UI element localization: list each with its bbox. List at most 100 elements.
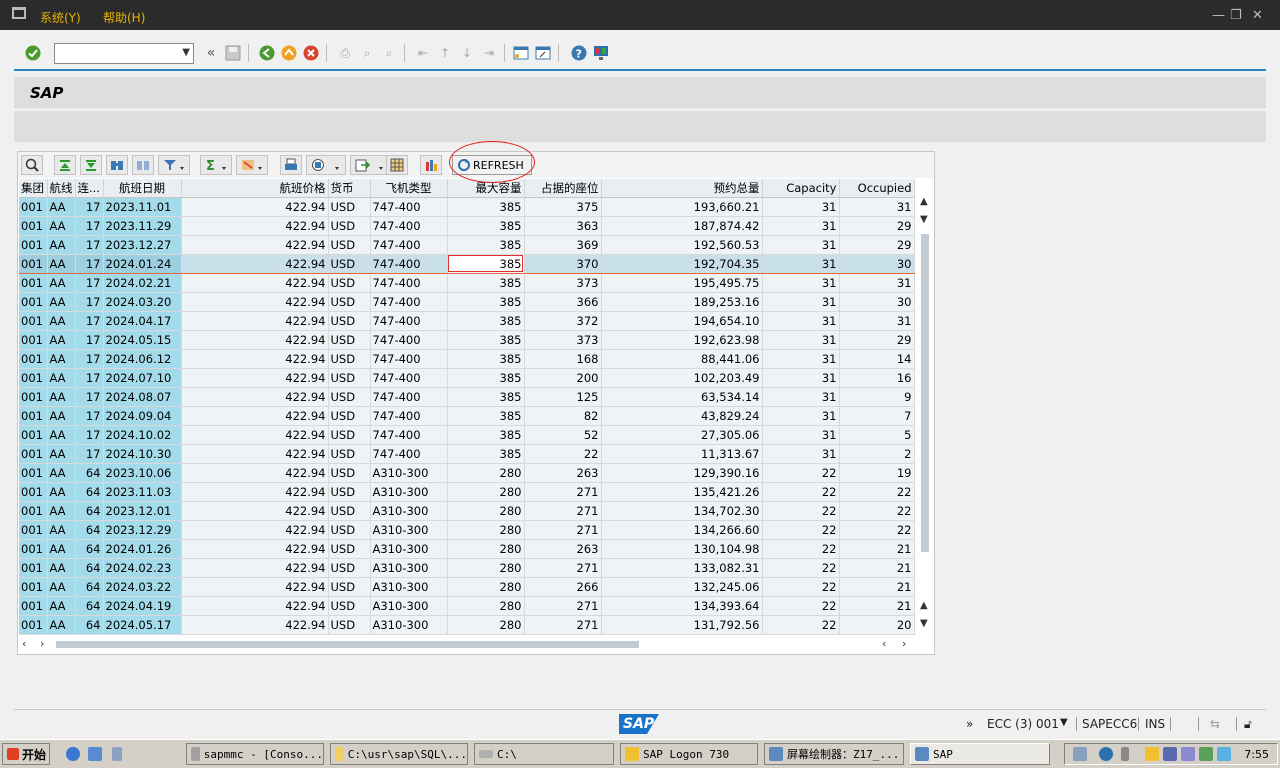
table-cell[interactable]: 422.94	[181, 330, 329, 350]
table-cell[interactable]: USD	[328, 216, 371, 236]
column-header[interactable]: 连...	[75, 179, 104, 198]
scroll-down-icon[interactable]: ▼	[920, 214, 928, 225]
column-header[interactable]: 占据的座位	[524, 179, 602, 198]
table-cell[interactable]: 001	[19, 520, 48, 540]
table-cell[interactable]: 22	[762, 558, 840, 578]
table-cell[interactable]: 29	[839, 235, 915, 255]
table-cell[interactable]: 19	[839, 463, 915, 483]
table-cell[interactable]: 2024.06.12	[103, 349, 182, 369]
sort-ascending-icon[interactable]	[54, 155, 76, 175]
table-cell[interactable]: 30	[839, 292, 915, 312]
table-cell[interactable]: 422.94	[181, 273, 329, 293]
table-cell[interactable]: 280	[447, 539, 525, 559]
table-row[interactable]: 001 AA 64 2023.10.06 422.94 USD A310-300 280 263…	[19, 463, 915, 483]
table-cell[interactable]: 422.94	[181, 520, 329, 540]
table-cell[interactable]: 373	[524, 273, 602, 293]
table-cell[interactable]: 189,253.16	[601, 292, 763, 312]
next-page-icon[interactable]: ↓	[458, 44, 476, 62]
last-page-icon[interactable]: ⇥	[480, 44, 498, 62]
table-cell[interactable]: AA	[47, 387, 76, 407]
table-cell[interactable]: A310-300	[370, 501, 448, 521]
table-cell[interactable]: A310-300	[370, 596, 448, 616]
table-cell[interactable]: 132,245.06	[601, 577, 763, 597]
table-cell[interactable]: 31	[762, 253, 840, 274]
column-header[interactable]: Capacity	[762, 179, 840, 198]
table-cell[interactable]: 21	[839, 596, 915, 616]
table-cell[interactable]: 31	[762, 235, 840, 255]
table-cell[interactable]: 280	[447, 558, 525, 578]
table-cell[interactable]: A310-300	[370, 558, 448, 578]
table-row[interactable]: 001 AA 64 2023.12.01 422.94 USD A310-300 280 271…	[19, 501, 915, 521]
table-cell[interactable]: A310-300	[370, 577, 448, 597]
back-icon[interactable]	[258, 44, 276, 62]
table-cell[interactable]: AA	[47, 235, 76, 255]
column-header[interactable]: Occupied	[839, 179, 915, 198]
table-cell[interactable]: 17	[75, 292, 104, 312]
table-cell[interactable]: 747-400	[370, 406, 448, 426]
table-cell[interactable]: 422.94	[181, 501, 329, 521]
table-cell[interactable]: 001	[19, 197, 48, 217]
table-cell[interactable]: 422.94	[181, 558, 329, 578]
table-cell[interactable]: USD	[328, 539, 371, 559]
table-cell[interactable]: 2024.01.26	[103, 539, 182, 559]
table-cell[interactable]: 747-400	[370, 292, 448, 312]
table-cell[interactable]: 134,702.30	[601, 501, 763, 521]
table-cell[interactable]: 385	[447, 406, 525, 426]
table-cell[interactable]: 2023.10.06	[103, 463, 182, 483]
table-row[interactable]: 001 AA 17 2024.05.15 422.94 USD 747-400 385 373 1…	[19, 330, 915, 350]
table-cell[interactable]: 31	[762, 216, 840, 236]
table-cell[interactable]: 263	[524, 539, 602, 559]
table-cell[interactable]: 280	[447, 577, 525, 597]
table-cell[interactable]: 001	[19, 558, 48, 578]
shortcut-icon[interactable]	[534, 44, 552, 62]
table-row[interactable]: 001 AA 17 2024.08.07 422.94 USD 747-400 385 125 6…	[19, 387, 915, 407]
table-cell[interactable]: 747-400	[370, 387, 448, 407]
table-cell[interactable]: USD	[328, 387, 371, 407]
table-cell[interactable]: 187,874.42	[601, 216, 763, 236]
table-cell[interactable]: AA	[47, 615, 76, 635]
start-button[interactable]: 开始	[2, 743, 50, 765]
table-cell[interactable]: 130,104.98	[601, 539, 763, 559]
status-expand-icon[interactable]: »	[966, 717, 973, 731]
table-cell[interactable]: 2	[839, 444, 915, 464]
table-cell[interactable]: 17	[75, 368, 104, 388]
table-cell[interactable]: 29	[839, 216, 915, 236]
column-header[interactable]: 预约总量	[601, 179, 763, 198]
table-cell[interactable]: 422.94	[181, 349, 329, 369]
table-cell[interactable]: 2024.07.10	[103, 368, 182, 388]
table-cell[interactable]: 134,393.64	[601, 596, 763, 616]
table-cell[interactable]: 385	[447, 444, 525, 464]
table-row[interactable]: 001 AA 17 2024.04.17 422.94 USD 747-400 385 372 1…	[19, 311, 915, 331]
table-row[interactable]: 001 AA 17 2023.11.01 422.94 USD 747-400 385 375 1…	[19, 197, 915, 217]
details-icon[interactable]	[21, 155, 43, 175]
table-cell[interactable]: USD	[328, 235, 371, 255]
table-cell[interactable]: 17	[75, 311, 104, 331]
table-cell[interactable]: AA	[47, 330, 76, 350]
table-cell[interactable]: 31	[839, 311, 915, 331]
table-cell[interactable]: 22	[762, 596, 840, 616]
table-row[interactable]: 001 AA 17 2024.10.02 422.94 USD 747-400 385 52 27…	[19, 425, 915, 445]
chevron-down-icon[interactable]: ▼	[182, 47, 190, 58]
table-cell[interactable]: AA	[47, 482, 76, 502]
table-cell[interactable]: 22	[762, 520, 840, 540]
table-cell[interactable]: 422.94	[181, 197, 329, 217]
table-cell[interactable]: 22	[839, 482, 915, 502]
menu-system[interactable]: 系统(Y)	[40, 9, 81, 26]
table-cell[interactable]: USD	[328, 273, 371, 293]
table-cell[interactable]: 001	[19, 273, 48, 293]
table-cell[interactable]: 385	[447, 330, 525, 350]
table-cell[interactable]: 17	[75, 387, 104, 407]
table-cell[interactable]: 385	[447, 273, 525, 293]
table-cell[interactable]: 375	[524, 197, 602, 217]
table-cell[interactable]: 2023.11.01	[103, 197, 182, 217]
table-cell[interactable]: 001	[19, 501, 48, 521]
save-icon[interactable]	[224, 44, 242, 62]
network-icon[interactable]	[1073, 747, 1087, 761]
table-cell[interactable]: 64	[75, 463, 104, 483]
exit-icon[interactable]	[280, 44, 298, 62]
vertical-scroll-thumb[interactable]	[921, 234, 929, 552]
table-cell[interactable]: 193,660.21	[601, 197, 763, 217]
table-cell[interactable]: 64	[75, 615, 104, 635]
table-cell[interactable]: 22	[839, 501, 915, 521]
table-cell[interactable]: 31	[762, 197, 840, 217]
